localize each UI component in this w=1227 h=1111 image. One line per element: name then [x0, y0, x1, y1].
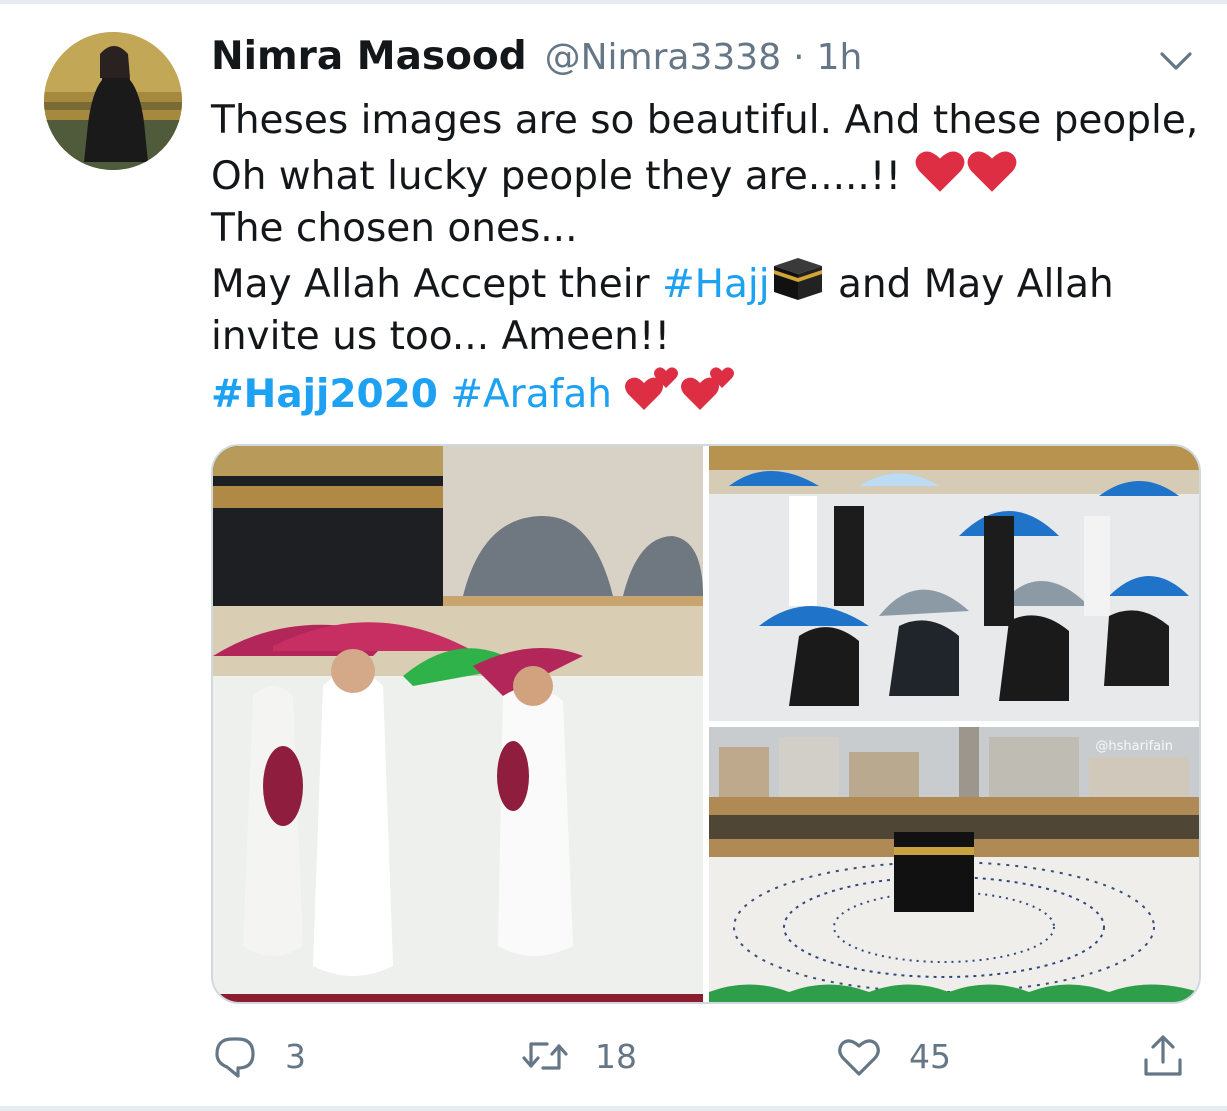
hashtag-hajj[interactable]: #Hajj — [662, 262, 770, 307]
text-line: May Allah Accept their #Hajj and May All… — [211, 256, 1201, 310]
retweet-button[interactable]: 18 — [521, 1032, 637, 1080]
text-line: The chosen ones... — [211, 202, 1201, 256]
separator-dot: · — [793, 37, 805, 78]
speech-bubble-icon — [215, 1037, 255, 1078]
photo-pilgrims-umbrellas — [213, 446, 703, 1002]
text-line-6: invite us too... Ameen!! — [211, 314, 671, 359]
text-line: Oh what lucky people they are.....!! — [211, 148, 1201, 202]
timestamp[interactable]: 1h — [817, 37, 863, 78]
text-line-1: Theses images are so beautiful. And thes… — [211, 98, 1199, 143]
tweet-actions: 3 18 45 — [211, 1024, 1201, 1088]
two-hearts-emoji — [680, 364, 736, 429]
text-line: invite us too... Ameen!! — [211, 310, 1201, 364]
bottom-divider — [0, 1106, 1227, 1111]
retweet-arrows-icon — [522, 1042, 568, 1070]
text-line: Theses images are so beautiful. And thes… — [211, 94, 1201, 148]
display-name[interactable]: Nimra Masood — [211, 34, 527, 79]
red-heart-emoji — [914, 148, 966, 209]
like-count: 45 — [909, 1036, 951, 1076]
kaaba-emoji — [770, 256, 826, 317]
reply-button[interactable]: 3 — [211, 1032, 306, 1080]
avatar-image — [44, 32, 182, 170]
text-line-3: The chosen ones... — [211, 206, 578, 251]
media-photo-pilgrims-umbrellas[interactable] — [213, 446, 703, 1002]
two-hearts-emoji — [624, 364, 680, 429]
text-line: #Hajj2020 #Arafah — [211, 364, 1201, 418]
hashtag-hajj2020[interactable]: #Hajj2020 — [211, 372, 438, 417]
avatar[interactable] — [44, 32, 182, 170]
hashtag-arafah[interactable]: #Arafah — [450, 372, 612, 417]
chevron-down-icon[interactable] — [1155, 44, 1197, 76]
media-photo-seated-pilgrims[interactable] — [709, 446, 1199, 721]
heart-outline-icon — [838, 1039, 880, 1076]
user-handle[interactable]: @Nimra3338 — [545, 37, 781, 78]
photo-watermark: @hsharifain — [1095, 739, 1173, 754]
tweet-header: Nimra Masood @Nimra3338 · 1h — [211, 34, 862, 86]
like-button[interactable]: 45 — [835, 1032, 951, 1080]
photo-kaaba-courtyard — [709, 727, 1199, 1002]
share-button[interactable] — [1139, 1032, 1187, 1080]
reply-count: 3 — [285, 1036, 306, 1076]
photo-seated-pilgrims — [709, 446, 1199, 721]
top-divider — [0, 0, 1227, 4]
red-heart-emoji — [966, 148, 1018, 209]
retweet-count: 18 — [595, 1036, 637, 1076]
text-line-5: and May Allah — [837, 262, 1114, 307]
share-upload-icon — [1144, 1035, 1182, 1076]
text-line-4: May Allah Accept their — [211, 262, 650, 307]
text-line-2: Oh what lucky people they are.....!! — [211, 154, 902, 199]
tweet-text: Theses images are so beautiful. And thes… — [211, 94, 1201, 418]
media-grid[interactable]: @hsharifain — [211, 444, 1201, 1004]
media-photo-kaaba-courtyard[interactable]: @hsharifain — [709, 727, 1199, 1002]
